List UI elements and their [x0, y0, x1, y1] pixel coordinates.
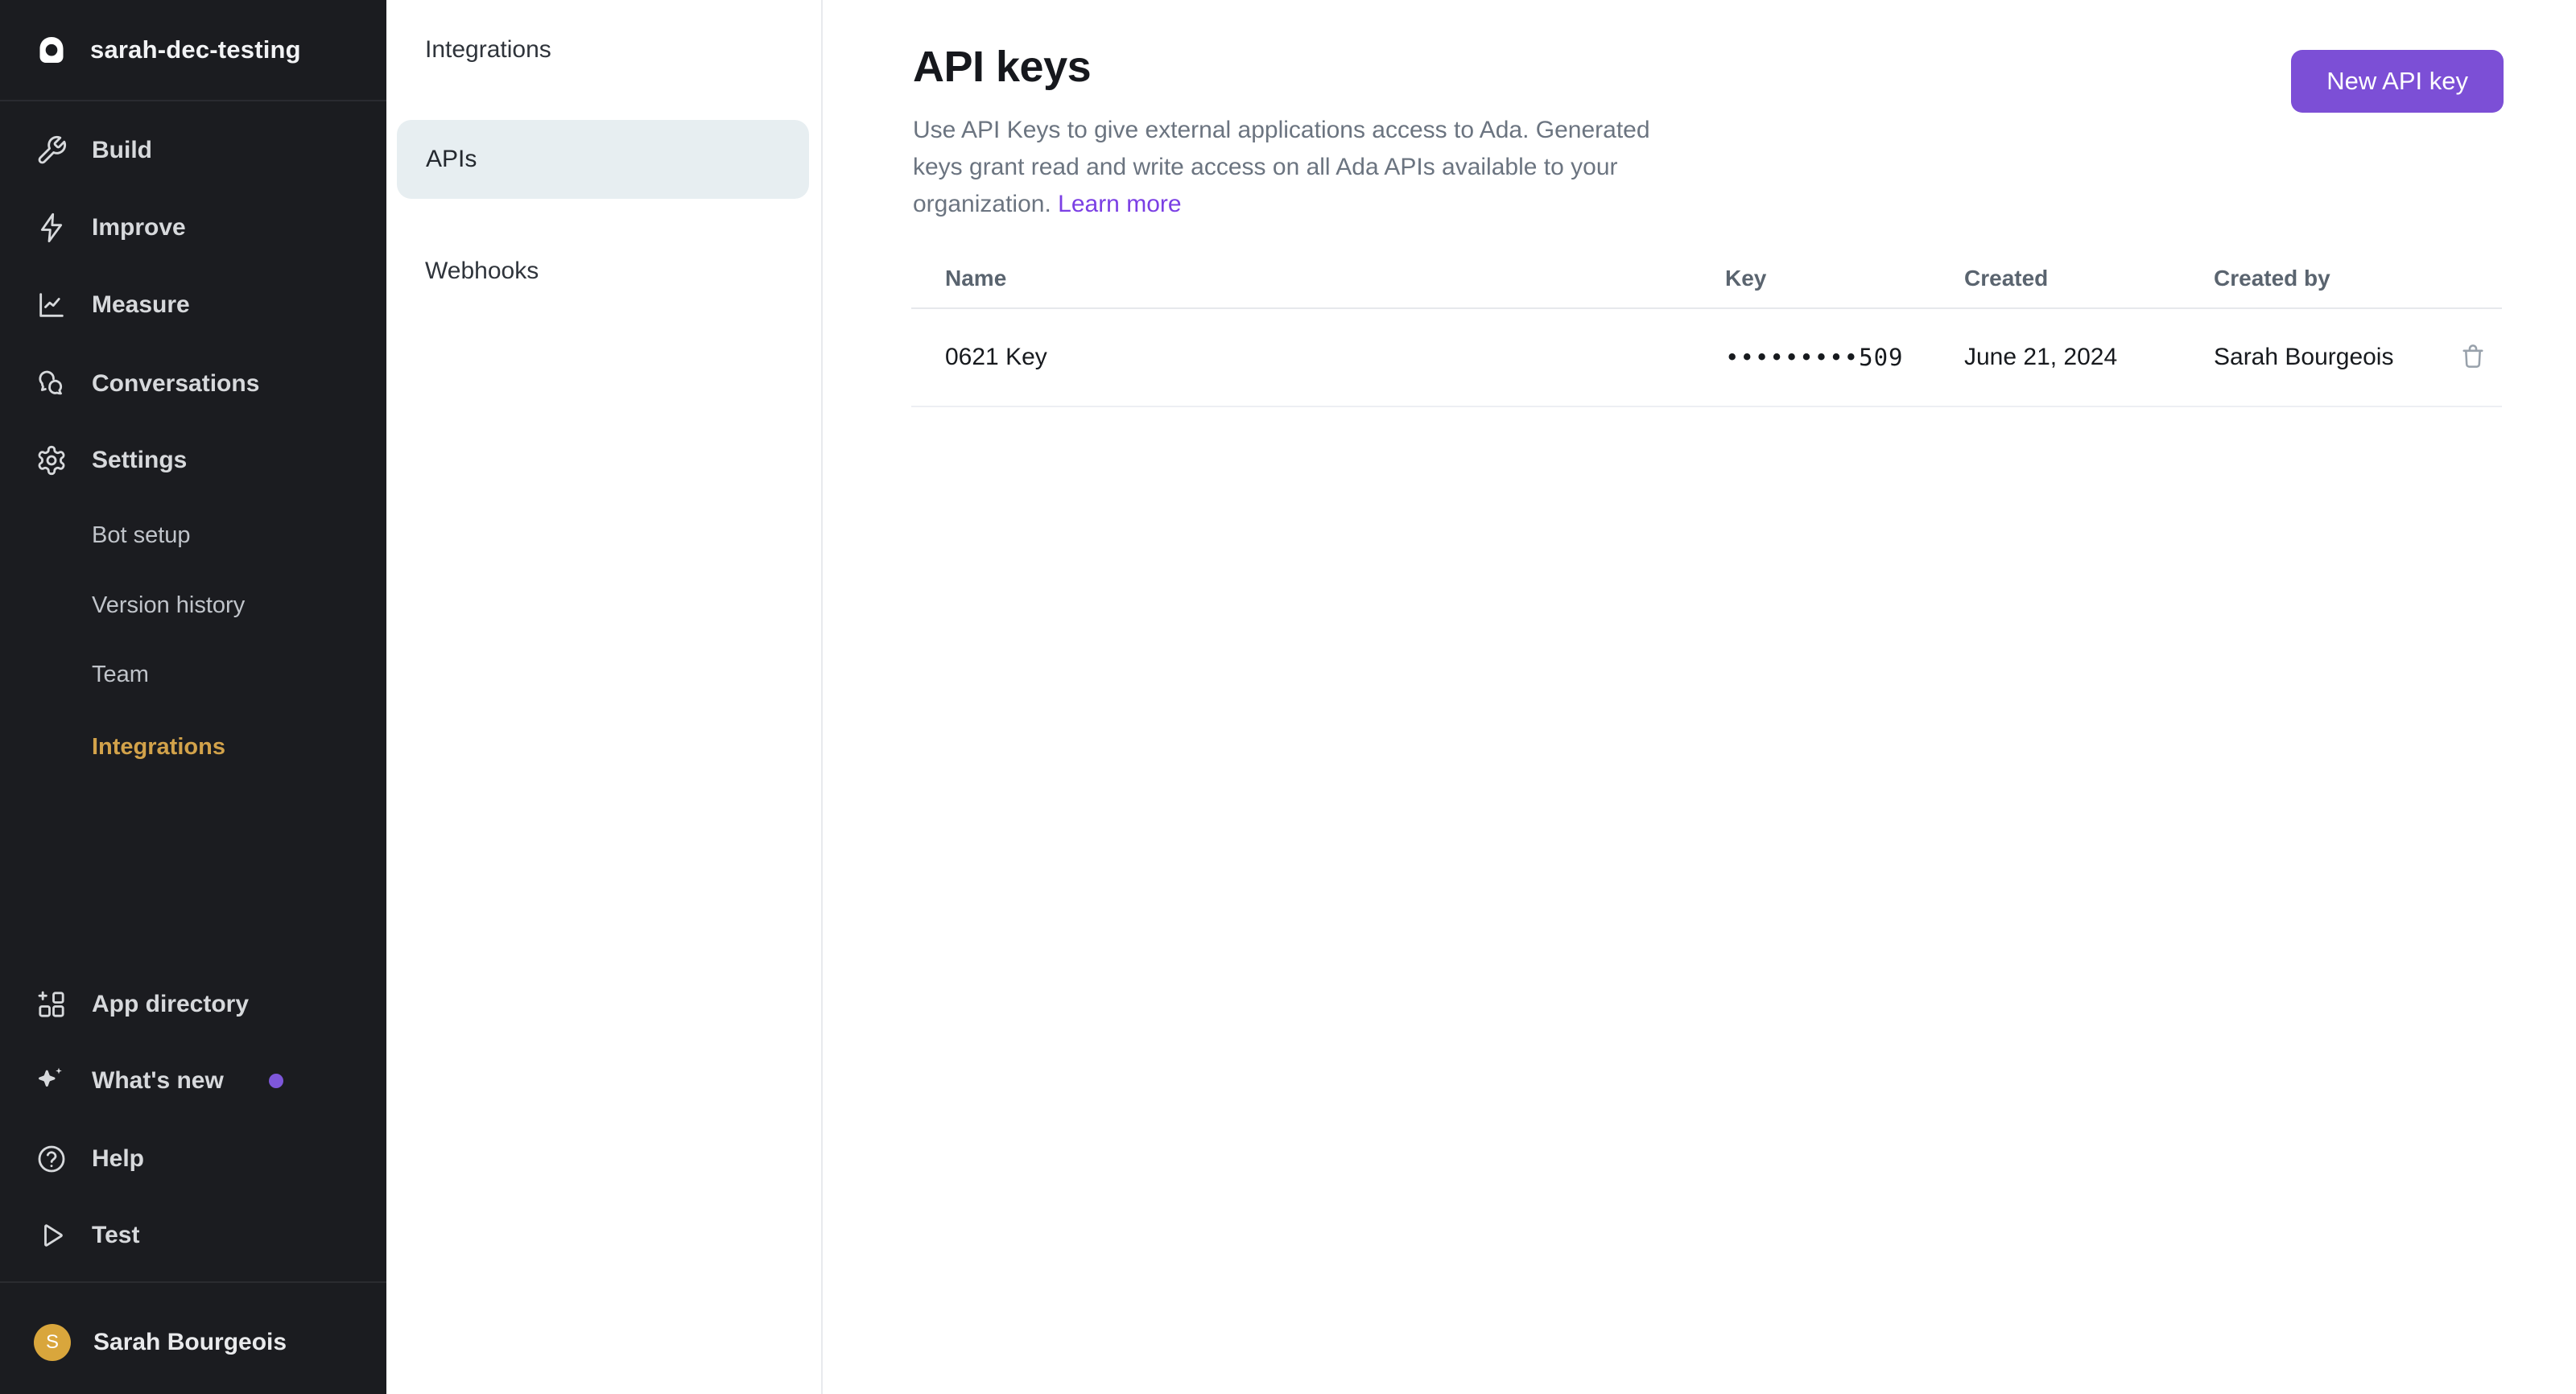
integrations-subsidebar: Integrations APIs Webhooks	[386, 0, 823, 1394]
lightning-icon	[35, 212, 68, 244]
sidebar-item-build[interactable]: Build	[0, 125, 386, 176]
sidebar-item-settings[interactable]: Settings	[0, 435, 386, 486]
api-key-masked-value: •••••••••509	[1725, 344, 1964, 371]
workspace-name: sarah-dec-testing	[90, 35, 301, 64]
gear-icon	[35, 444, 68, 476]
app-grid-plus-icon	[35, 988, 68, 1021]
column-header-key: Key	[1725, 266, 1964, 291]
sidebar-item-label: Measure	[92, 291, 190, 319]
subsidebar-item-webhooks[interactable]: Webhooks	[386, 247, 821, 295]
sidebar-item-label: Help	[92, 1145, 144, 1173]
sidebar-item-label: Conversations	[92, 370, 259, 398]
user-name: Sarah Bourgeois	[93, 1329, 287, 1356]
sidebar-item-label: App directory	[92, 991, 249, 1018]
line-chart-icon	[35, 289, 68, 321]
learn-more-link[interactable]: Learn more	[1058, 191, 1181, 217]
sidebar-item-label: Improve	[92, 214, 186, 241]
api-keys-table: Name Key Created Created by 0621 Key •••…	[911, 250, 2502, 407]
delete-api-key-button[interactable]	[2455, 338, 2491, 377]
sidebar-item-team[interactable]: Team	[0, 652, 386, 697]
sidebar-item-whats-new[interactable]: What's new	[0, 1055, 386, 1107]
column-header-created: Created	[1964, 266, 2214, 291]
trash-icon	[2458, 340, 2487, 373]
chat-bubbles-icon	[35, 368, 68, 400]
sidebar-item-label: Build	[92, 137, 152, 164]
sidebar-item-test[interactable]: Test	[0, 1210, 386, 1261]
api-key-created-date: June 21, 2024	[1964, 344, 2214, 371]
api-key-name: 0621 Key	[911, 344, 1725, 371]
play-icon	[35, 1219, 68, 1252]
table-header-row: Name Key Created Created by	[911, 250, 2502, 309]
sidebar-item-help[interactable]: Help	[0, 1133, 386, 1185]
sidebar-item-bot-setup[interactable]: Bot setup	[0, 513, 386, 558]
primary-sidebar: sarah-dec-testing Build Improve Measure	[0, 0, 386, 1394]
subsidebar-item-integrations[interactable]: Integrations	[386, 26, 821, 74]
sidebar-item-version-history[interactable]: Version history	[0, 583, 386, 628]
main-content: API keys Use API Keys to give external a…	[823, 0, 2576, 1394]
sidebar-item-measure[interactable]: Measure	[0, 279, 386, 331]
column-header-created-by: Created by	[2214, 266, 2455, 291]
user-menu[interactable]: S Sarah Bourgeois	[0, 1315, 386, 1370]
subsidebar-item-apis[interactable]: APIs	[397, 120, 809, 199]
sidebar-item-conversations[interactable]: Conversations	[0, 358, 386, 410]
column-header-name: Name	[911, 266, 1725, 291]
sidebar-item-label: Settings	[92, 447, 187, 474]
ada-logo-icon	[35, 34, 68, 66]
new-api-key-button[interactable]: New API key	[2291, 50, 2504, 113]
sidebar-item-label: Test	[92, 1222, 139, 1249]
whats-new-badge-dot	[269, 1074, 283, 1088]
app-window: sarah-dec-testing Build Improve Measure	[0, 0, 2576, 1394]
sidebar-item-label: What's new	[92, 1067, 224, 1095]
help-icon	[35, 1143, 68, 1175]
sidebar-item-improve[interactable]: Improve	[0, 202, 386, 254]
sidebar-item-integrations[interactable]: Integrations	[0, 724, 386, 769]
sparkles-icon	[35, 1065, 68, 1097]
page-description: Use API Keys to give external applicatio…	[913, 112, 1726, 223]
page-title: API keys	[913, 42, 1091, 92]
avatar: S	[34, 1324, 71, 1361]
workspace-switcher[interactable]: sarah-dec-testing	[0, 0, 386, 101]
wrench-icon	[35, 134, 68, 167]
table-row: 0621 Key •••••••••509 June 21, 2024 Sara…	[911, 309, 2502, 407]
divider	[0, 1281, 386, 1283]
api-key-created-by: Sarah Bourgeois	[2214, 344, 2455, 371]
sidebar-item-app-directory[interactable]: App directory	[0, 979, 386, 1030]
